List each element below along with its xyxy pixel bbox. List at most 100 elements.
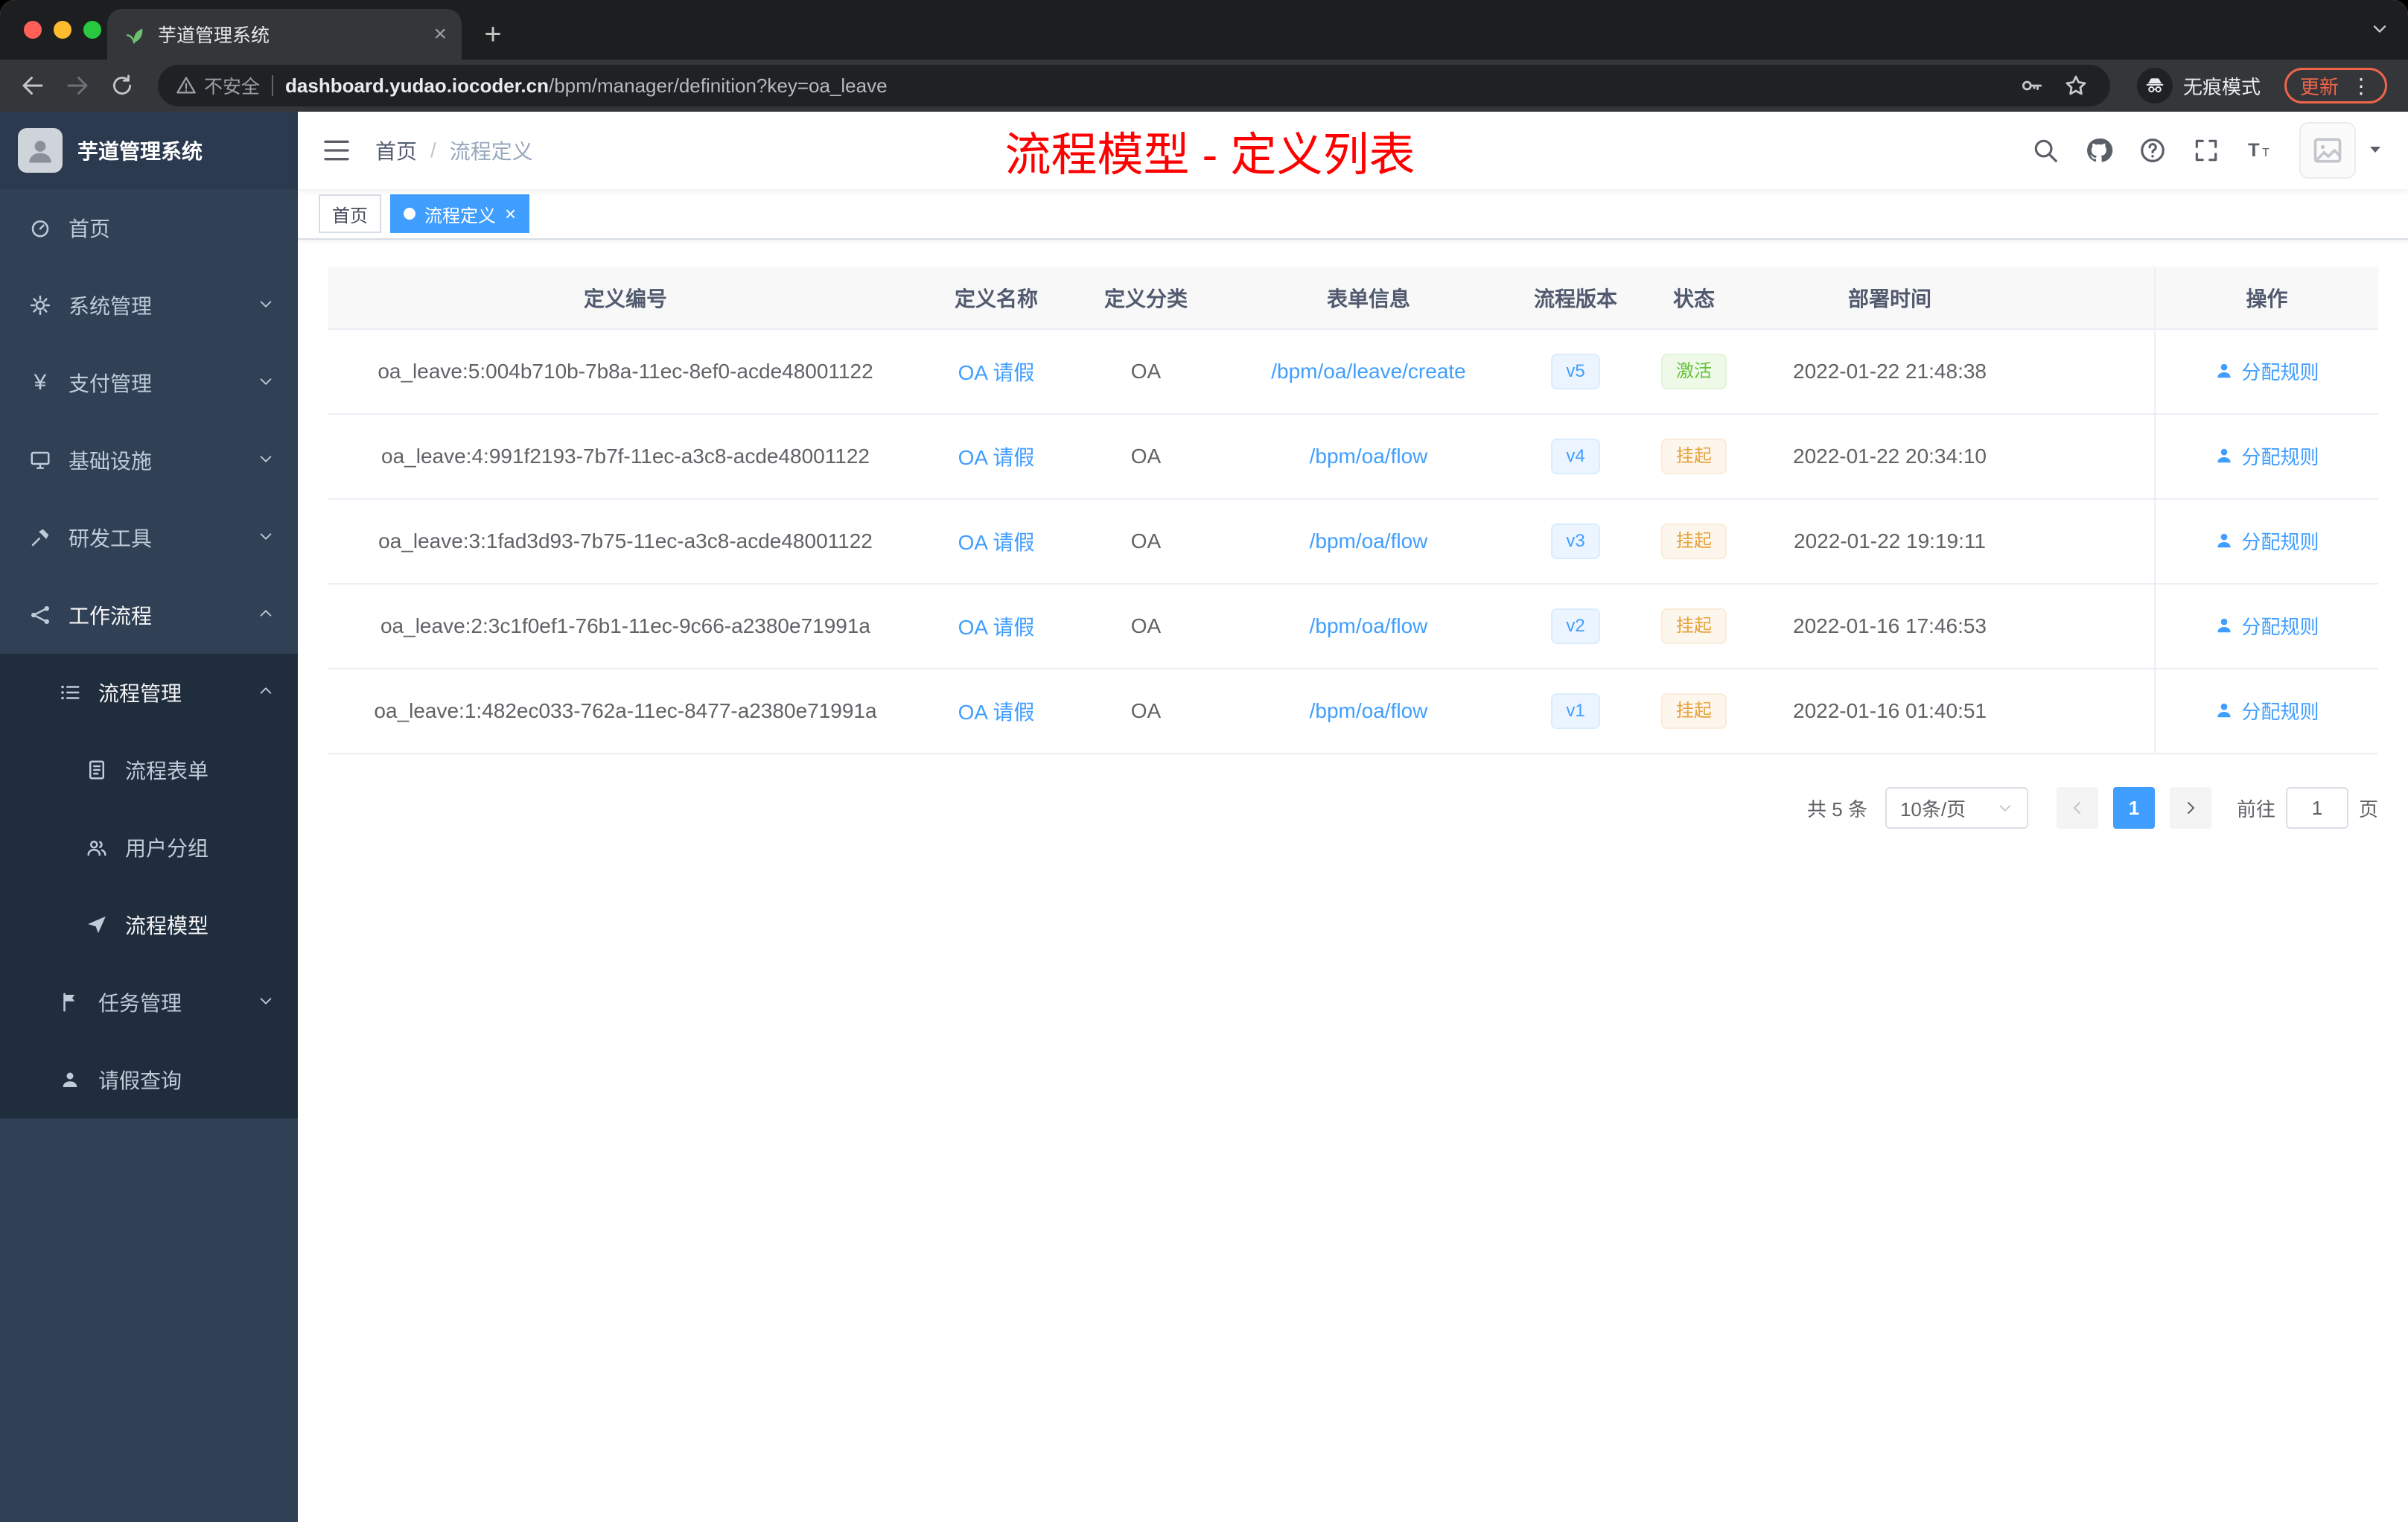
assign-rule-button[interactable]: 分配规则 <box>2214 357 2319 385</box>
form-info-link[interactable]: /bpm/oa/flow <box>1310 529 1428 553</box>
sidebar-item-process-model[interactable]: 流程模型 <box>0 886 298 964</box>
tab-strip: 芋道管理系统 × + <box>0 0 2408 60</box>
definition-category: OA <box>1069 499 1223 585</box>
page-size-select[interactable]: 10条/页 <box>1885 787 2028 829</box>
form-info-link[interactable]: /bpm/oa/flow <box>1310 445 1428 468</box>
breadcrumb-current: 流程定义 <box>449 140 533 163</box>
sidebar-item-infrastructure[interactable]: 基础设施 <box>0 421 298 499</box>
version-badge: v3 <box>1551 523 1600 559</box>
browser-tab[interactable]: 芋道管理系统 × <box>107 9 462 60</box>
next-page-button[interactable] <box>2169 787 2211 829</box>
chevron-down-icon <box>258 448 274 472</box>
chevron-down-icon <box>258 371 274 395</box>
definition-id: oa_leave:5:004b710b-7b8a-11ec-8ef0-acde4… <box>328 329 923 415</box>
tab-search-chevron-icon[interactable] <box>2369 18 2390 45</box>
help-icon[interactable] <box>2138 136 2167 165</box>
form-info-link[interactable]: /bpm/oa/leave/create <box>1271 360 1466 383</box>
app-root: 芋道管理系统 首页 系统管理 ¥ 支付管理 基础设施 研发工具 工作流程 流程管… <box>0 112 2408 1522</box>
form-info-link[interactable]: /bpm/oa/flow <box>1310 699 1428 722</box>
sidebar-item-payment-management[interactable]: ¥ 支付管理 <box>0 344 298 421</box>
new-tab-button[interactable]: + <box>471 12 515 57</box>
main-area: 首页 / 流程定义 流程模型 - 定义列表 T T 首页 流程定义 × 定义编号… <box>298 112 2408 1522</box>
sidebar-toggle-icon[interactable] <box>322 136 351 165</box>
goto-page: 前往 页 <box>2237 787 2378 829</box>
person-icon <box>2217 449 2232 463</box>
svg-text:T: T <box>2248 140 2260 161</box>
back-button[interactable] <box>12 65 54 106</box>
sidebar-item-task-management[interactable]: 任务管理 <box>0 964 298 1041</box>
chevron-down-icon <box>258 526 274 550</box>
chevron-down-icon <box>258 293 274 317</box>
reload-button[interactable] <box>101 65 143 106</box>
breadcrumb-home[interactable]: 首页 <box>375 136 417 165</box>
browser-window: 芋道管理系统 × + 不安全 dashboard.yudao.iocoder.c… <box>0 0 2408 1522</box>
col-actions: 操作 <box>2154 267 2378 330</box>
sidebar-item-system-management[interactable]: 系统管理 <box>0 267 298 344</box>
avatar <box>2299 122 2356 179</box>
definition-name-link[interactable]: OA 请假 <box>958 531 1035 554</box>
dashboard-icon <box>28 217 52 239</box>
assign-rule-button[interactable]: 分配规则 <box>2214 527 2319 555</box>
user-menu[interactable] <box>2299 122 2384 179</box>
filler-cell <box>2028 499 2155 585</box>
address-bar[interactable]: 不安全 dashboard.yudao.iocoder.cn/bpm/manag… <box>158 65 2110 106</box>
assign-rule-button[interactable]: 分配规则 <box>2214 442 2319 470</box>
sidebar-item-leave-query[interactable]: 请假查询 <box>0 1041 298 1118</box>
sidebar-item-process-management[interactable]: 流程管理 <box>0 654 298 731</box>
definition-category: OA <box>1069 414 1223 500</box>
sidebar-item-process-form[interactable]: 流程表单 <box>0 731 298 809</box>
sidebar-item-dev-tools[interactable]: 研发工具 <box>0 499 298 576</box>
version-badge: v2 <box>1551 608 1600 644</box>
sidebar-item-home[interactable]: 首页 <box>0 189 298 267</box>
page-number-button[interactable]: 1 <box>2112 787 2155 829</box>
prev-page-button[interactable] <box>2056 787 2098 829</box>
table-row: oa_leave:3:1fad3d93-7b75-11ec-a3c8-acde4… <box>328 499 2378 585</box>
fullscreen-icon[interactable] <box>2192 136 2220 165</box>
site-security[interactable]: 不安全 <box>176 72 260 99</box>
svg-text:T: T <box>2262 147 2270 159</box>
goto-page-input[interactable] <box>2285 787 2348 829</box>
col-deploy-time: 部署时间 <box>1751 267 2028 330</box>
sidebar-submenu-workflow: 流程管理 流程表单 用户分组 流程模型 任务管理 请假查询 <box>0 654 298 1118</box>
form-info-link[interactable]: /bpm/oa/flow <box>1310 614 1428 637</box>
active-dot-icon <box>404 208 415 220</box>
sidebar-item-workflow[interactable]: 工作流程 <box>0 576 298 654</box>
github-icon[interactable] <box>2085 136 2113 165</box>
search-icon[interactable] <box>2031 136 2060 165</box>
password-key-icon[interactable] <box>2015 69 2048 102</box>
browser-menu-icon[interactable]: ⋮ <box>2351 74 2372 98</box>
forward-button[interactable] <box>57 65 98 106</box>
definition-category: OA <box>1069 584 1223 669</box>
person-icon <box>2217 364 2232 378</box>
assign-rule-button[interactable]: 分配规则 <box>2214 612 2319 640</box>
tag-home[interactable]: 首页 <box>319 194 381 233</box>
definition-name-link[interactable]: OA 请假 <box>958 701 1035 724</box>
gear-icon <box>28 294 52 316</box>
status-badge: 挂起 <box>1661 523 1727 559</box>
table-header-row: 定义编号 定义名称 定义分类 表单信息 流程版本 状态 部署时间 操作 <box>328 267 2378 330</box>
tags-view-bar: 首页 流程定义 × <box>298 189 2408 240</box>
zoom-window-button[interactable] <box>83 21 101 39</box>
tab-favicon-leaf-icon <box>122 23 146 45</box>
tab-close-icon[interactable]: × <box>433 23 447 45</box>
bookmark-star-icon[interactable] <box>2060 69 2092 102</box>
definition-name-link[interactable]: OA 请假 <box>958 361 1035 384</box>
filler-cell <box>2028 329 2155 415</box>
deploy-time: 2022-01-22 21:48:38 <box>1751 329 2028 415</box>
chrome-update-button[interactable]: 更新 ⋮ <box>2284 68 2387 104</box>
sidebar-item-user-group[interactable]: 用户分组 <box>0 809 298 886</box>
definition-name-link[interactable]: OA 请假 <box>958 446 1035 469</box>
tag-close-icon[interactable]: × <box>505 204 516 223</box>
minimize-window-button[interactable] <box>54 21 71 39</box>
definition-name-link[interactable]: OA 请假 <box>958 616 1035 639</box>
close-window-button[interactable] <box>24 21 42 39</box>
font-size-icon[interactable]: TT <box>2246 136 2274 165</box>
status-badge: 挂起 <box>1661 608 1727 644</box>
breadcrumb: 首页 / 流程定义 <box>375 136 533 165</box>
table-row: oa_leave:2:3c1f0ef1-76b1-11ec-9c66-a2380… <box>328 584 2378 669</box>
col-form-info: 表单信息 <box>1223 267 1514 330</box>
definition-table: 定义编号 定义名称 定义分类 表单信息 流程版本 状态 部署时间 操作 oa_l… <box>328 267 2378 754</box>
assign-rule-button[interactable]: 分配规则 <box>2214 697 2319 725</box>
sidebar-logo[interactable]: 芋道管理系统 <box>0 112 298 189</box>
tag-process-definition[interactable]: 流程定义 × <box>390 194 530 233</box>
